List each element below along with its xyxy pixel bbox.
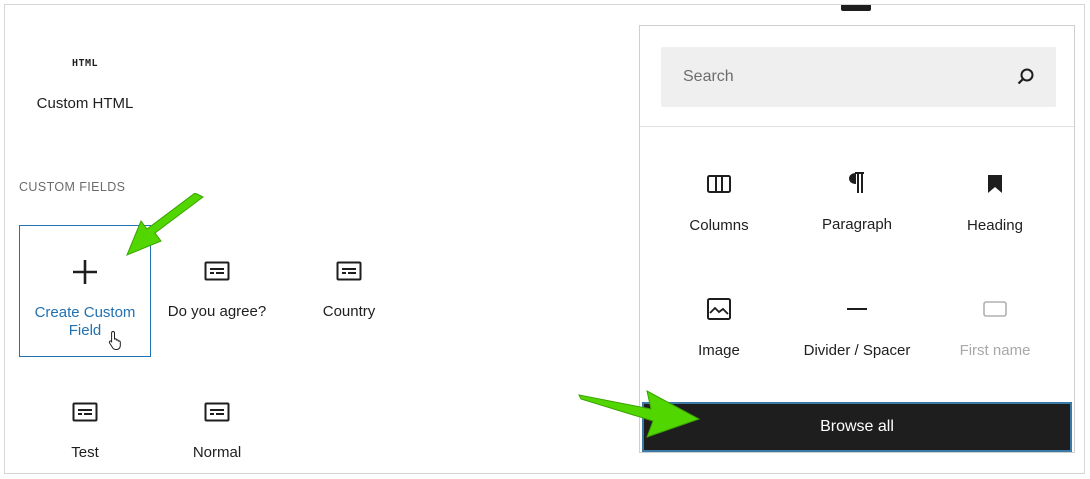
block-label: Divider / Spacer: [803, 342, 911, 359]
paragraph-icon: [848, 171, 866, 195]
block-columns[interactable]: Columns: [650, 172, 788, 272]
block-label: Custom HTML: [36, 95, 134, 112]
input-icon: [983, 297, 1007, 321]
block-image[interactable]: Image: [650, 297, 788, 397]
columns-icon: [707, 172, 731, 196]
block-test[interactable]: Test: [19, 367, 151, 473]
annotation-arrow: [126, 193, 204, 256]
popover-notch: [841, 5, 871, 11]
hand-cursor-icon: [108, 330, 121, 350]
block-paragraph[interactable]: Paragraph: [788, 171, 926, 271]
block-label: Image: [698, 342, 740, 359]
divider-icon: [847, 297, 867, 321]
divider: [640, 126, 1074, 127]
block-heading[interactable]: Heading: [926, 172, 1064, 272]
block-label: Normal: [192, 444, 242, 461]
block-label: First name: [959, 342, 1031, 359]
block-label: Create Custom Field: [34, 304, 136, 339]
block-library: HTML Custom HTML CUSTOM FIELDS Create Cu…: [5, 5, 625, 473]
block-divider-spacer[interactable]: Divider / Spacer: [788, 297, 926, 397]
html-icon: HTML: [71, 57, 99, 69]
field-icon: [72, 400, 98, 424]
block-label: Do you agree?: [167, 303, 267, 320]
field-icon: [204, 400, 230, 424]
block-normal[interactable]: Normal: [151, 367, 283, 473]
block-country[interactable]: Country: [283, 225, 415, 357]
field-icon: [204, 259, 230, 283]
search-box: [661, 47, 1056, 107]
block-label: Test: [71, 444, 99, 461]
block-label: Country: [322, 303, 376, 320]
section-title: CUSTOM FIELDS: [19, 180, 126, 194]
block-label: Heading: [967, 217, 1023, 234]
browse-all-button[interactable]: Browse all: [642, 402, 1072, 452]
block-first-name: First name: [926, 297, 1064, 397]
annotation-arrow: [578, 390, 701, 438]
search-icon[interactable]: [1016, 67, 1036, 87]
block-label: Paragraph: [821, 216, 893, 233]
search-input[interactable]: [681, 67, 1016, 87]
field-icon: [336, 259, 362, 283]
bookmark-icon: [987, 172, 1003, 196]
inserter-popover: Columns Paragraph Heading Image Divide: [639, 25, 1075, 453]
block-label: Columns: [689, 217, 749, 234]
editor-frame: HTML Custom HTML CUSTOM FIELDS Create Cu…: [4, 4, 1085, 474]
plus-icon: [72, 260, 98, 284]
image-icon: [707, 297, 731, 321]
block-custom-html[interactable]: HTML Custom HTML: [19, 19, 151, 151]
